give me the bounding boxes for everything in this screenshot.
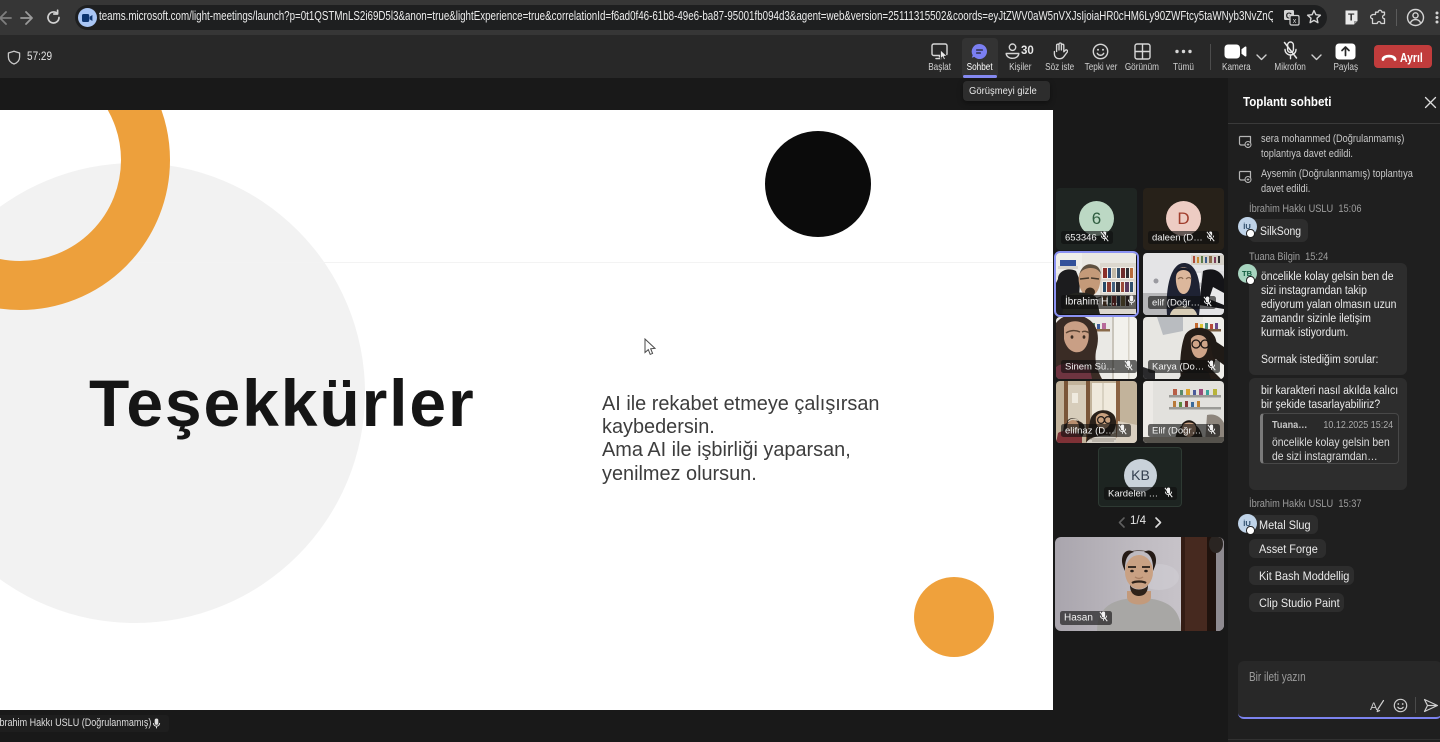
svg-text:T: T: [1348, 12, 1355, 23]
svg-text:x: x: [1293, 16, 1297, 25]
